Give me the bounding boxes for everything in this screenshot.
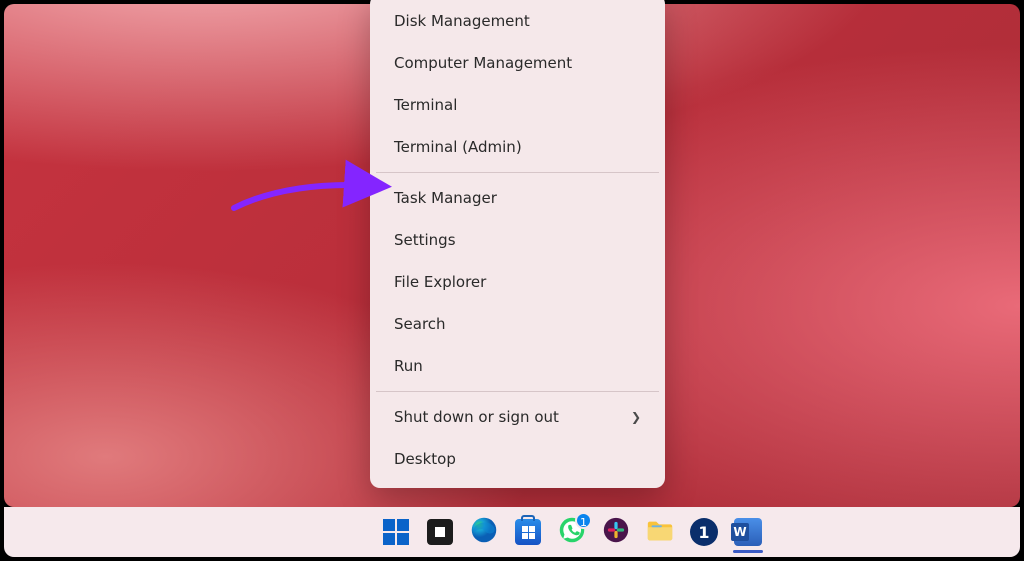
menu-item-run[interactable]: Run <box>376 345 659 387</box>
menu-separator <box>376 172 659 173</box>
task-view-icon <box>427 519 453 545</box>
menu-item-terminal[interactable]: Terminal <box>376 84 659 126</box>
menu-item-file-explorer[interactable]: File Explorer <box>376 261 659 303</box>
microsoft-store-icon <box>515 519 541 545</box>
taskbar-app-edge[interactable] <box>469 517 499 547</box>
menu-item-task-manager[interactable]: Task Manager <box>376 177 659 219</box>
menu-item-label: Computer Management <box>394 54 572 72</box>
menu-separator <box>376 391 659 392</box>
menu-item-label: File Explorer <box>394 273 486 291</box>
menu-item-terminal-admin[interactable]: Terminal (Admin) <box>376 126 659 168</box>
taskbar-app-store[interactable] <box>513 517 543 547</box>
menu-item-label: Desktop <box>394 450 456 468</box>
menu-item-shutdown[interactable]: Shut down or sign out ❯ <box>376 396 659 438</box>
menu-item-label: Settings <box>394 231 456 249</box>
menu-item-disk-management[interactable]: Disk Management <box>376 0 659 42</box>
taskbar-app-file-explorer[interactable] <box>645 517 675 547</box>
menu-item-label: Terminal (Admin) <box>394 138 522 156</box>
menu-item-label: Shut down or sign out <box>394 408 559 426</box>
menu-item-label: Task Manager <box>394 189 497 207</box>
menu-item-search[interactable]: Search <box>376 303 659 345</box>
menu-item-desktop[interactable]: Desktop <box>376 438 659 480</box>
active-indicator <box>733 550 763 553</box>
menu-item-computer-management[interactable]: Computer Management <box>376 42 659 84</box>
taskbar-app-1password[interactable]: 1 <box>689 517 719 547</box>
start-context-menu: Disk Management Computer Management Term… <box>370 0 665 488</box>
taskbar: 1 1 W <box>4 507 1020 557</box>
1password-label: 1 <box>698 523 709 542</box>
task-view-button[interactable] <box>425 517 455 547</box>
word-w-label: W <box>731 523 749 541</box>
menu-item-label: Run <box>394 357 423 375</box>
windows-logo-icon <box>383 519 409 545</box>
menu-item-settings[interactable]: Settings <box>376 219 659 261</box>
folder-icon <box>645 515 675 549</box>
menu-item-label: Disk Management <box>394 12 530 30</box>
1password-icon: 1 <box>690 518 718 546</box>
taskbar-app-word[interactable]: W <box>733 517 763 547</box>
menu-item-label: Search <box>394 315 446 333</box>
taskbar-app-slack[interactable] <box>601 517 631 547</box>
taskbar-app-whatsapp[interactable]: 1 <box>557 517 587 547</box>
whatsapp-badge: 1 <box>575 512 592 529</box>
edge-icon <box>470 516 498 548</box>
chevron-right-icon: ❯ <box>631 410 641 424</box>
slack-icon <box>603 517 629 547</box>
word-icon: W <box>734 518 762 546</box>
start-button[interactable] <box>381 517 411 547</box>
menu-item-label: Terminal <box>394 96 457 114</box>
